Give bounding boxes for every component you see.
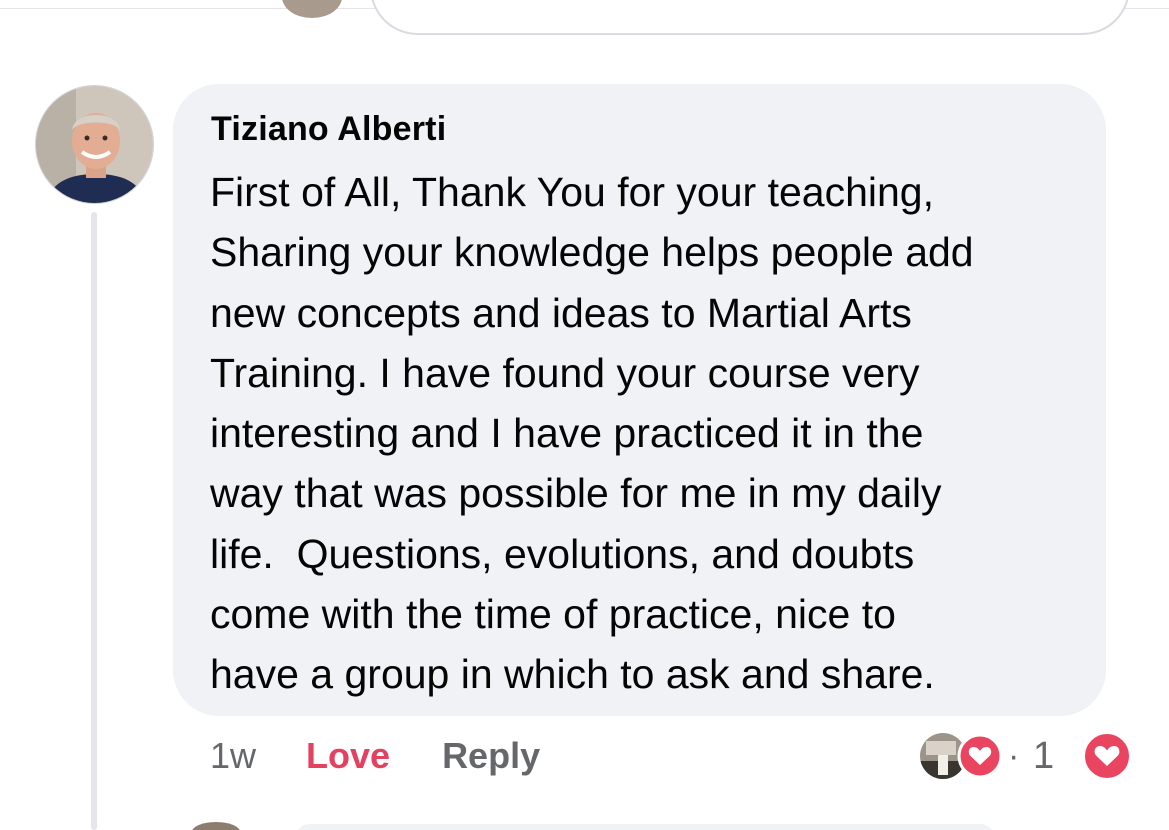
reactions-summary[interactable]: · 1 xyxy=(918,731,1138,781)
heart-icon xyxy=(957,733,1003,779)
comment-text-line: Training. I have found your course very xyxy=(210,349,920,396)
reply-thread-line xyxy=(91,212,97,830)
next-reply-bubble xyxy=(295,824,995,830)
love-button[interactable]: Love xyxy=(306,735,390,777)
comment-text-line: interesting and I have practiced it in t… xyxy=(210,410,924,457)
previous-comment-avatar[interactable] xyxy=(282,0,342,18)
love-reaction-icon xyxy=(1083,732,1131,780)
comment-actions: 1w Love Reply xyxy=(210,730,540,782)
next-reply-avatar[interactable] xyxy=(192,822,240,830)
previous-comment-bubble xyxy=(370,0,1130,35)
author-avatar[interactable] xyxy=(35,85,154,204)
reply-button[interactable]: Reply xyxy=(442,735,540,777)
comment-timestamp[interactable]: 1w xyxy=(210,735,256,777)
comment-text-line: way that was possible for me in my daily xyxy=(210,470,942,517)
comment-text-line: have a group in which to ask and share. xyxy=(210,651,935,698)
comment-text: First of All, Thank You for your teachin… xyxy=(210,162,1090,705)
comment-thread: Tiziano Alberti First of All, Thank You … xyxy=(0,0,1169,830)
reaction-separator: · xyxy=(1008,737,1020,775)
comment-text-line: First of All, Thank You for your teachin… xyxy=(210,169,934,215)
comment-text-line: new concepts and ideas to Martial Arts xyxy=(210,289,912,336)
comment-text-line: come with the time of practice, nice to xyxy=(210,591,896,638)
reaction-count: 1 xyxy=(1033,735,1055,777)
comment-author-name[interactable]: Tiziano Alberti xyxy=(211,110,446,149)
comment-text-line: life. Questions, evolutions, and doubts xyxy=(210,530,915,577)
profile-photo xyxy=(36,86,153,203)
comment-text-line: Sharing your knowledge helps people add xyxy=(210,229,974,276)
